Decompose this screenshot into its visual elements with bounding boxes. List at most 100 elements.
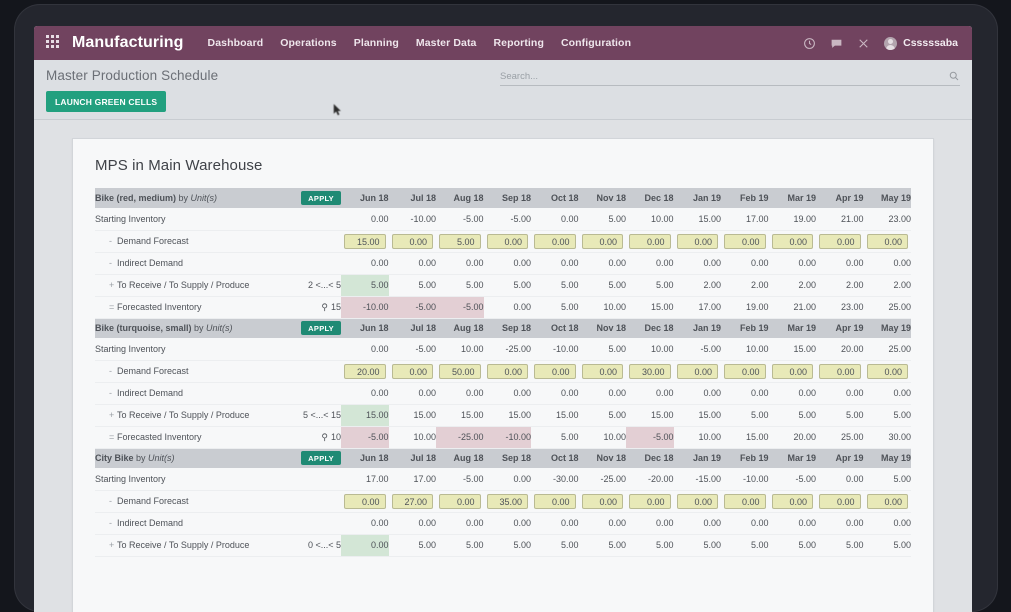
cell-receive-1: 15.00 (388, 404, 436, 427)
app-brand-title[interactable]: Manufacturing (72, 34, 184, 52)
menu-item-dashboard[interactable]: Dashboard (208, 37, 264, 49)
cell-demand-7[interactable]: 0.00 (673, 490, 721, 513)
launch-green-cells-button[interactable]: LAUNCH GREEN CELLS (46, 91, 167, 112)
menu-item-master-data[interactable]: Master Data (416, 37, 477, 49)
apply-button[interactable]: APPLY (301, 451, 341, 466)
row-demand: - Demand Forecast 15.00 0.00 5.00 0.00 0.00 0.0… (95, 230, 911, 253)
product-name[interactable]: Bike (red, medium) by Unit(s) (95, 188, 275, 208)
cell-demand-4[interactable]: 0.00 (531, 360, 579, 383)
row-range[interactable]: 5 <...< 15 (275, 404, 341, 427)
row-indirect: - Indirect Demand 0.00 0.00 0.00 0.00 0.00 0.00… (95, 382, 911, 405)
cell-demand-3[interactable]: 35.00 (483, 490, 531, 513)
month-header-0: Jun 18 (341, 448, 389, 468)
cell-starting-4: -30.00 (531, 468, 579, 491)
month-header-1: Jul 18 (388, 188, 436, 208)
cell-starting-0: 0.00 (341, 338, 389, 361)
month-header-5: Nov 18 (578, 188, 626, 208)
row-range[interactable]: 2 <...< 5 (275, 274, 341, 297)
product-name[interactable]: Bike (turquoise, small) by Unit(s) (95, 318, 275, 338)
search-input[interactable] (500, 70, 948, 82)
cell-demand-7[interactable]: 0.00 (673, 230, 721, 253)
apps-grid-icon[interactable] (46, 35, 62, 51)
row-range[interactable]: 0 <...< 5 (275, 534, 341, 557)
cell-demand-9[interactable]: 0.00 (768, 230, 816, 253)
cell-demand-2[interactable]: 0.00 (436, 490, 484, 513)
close-icon[interactable] (857, 37, 870, 50)
cell-demand-1[interactable]: 0.00 (388, 230, 436, 253)
cell-receive-6: 5.00 (626, 534, 674, 557)
month-header-4: Oct 18 (531, 188, 579, 208)
row-demand: - Demand Forecast 20.00 0.00 50.00 0.00 0.00 0.… (95, 360, 911, 383)
cell-demand-4[interactable]: 0.00 (531, 490, 579, 513)
product-name[interactable]: City Bike by Unit(s) (95, 448, 275, 468)
target-pin-icon: ⚲ (321, 301, 328, 312)
cell-starting-1: -5.00 (388, 338, 436, 361)
cell-demand-3[interactable]: 0.00 (483, 230, 531, 253)
cell-indirect-5: 0.00 (578, 382, 626, 405)
cell-demand-2[interactable]: 5.00 (436, 230, 484, 253)
cell-demand-5[interactable]: 0.00 (578, 230, 626, 253)
cell-indirect-8: 0.00 (721, 512, 769, 535)
cell-demand-0[interactable]: 15.00 (341, 230, 389, 253)
menu-item-planning[interactable]: Planning (354, 37, 399, 49)
cell-demand-10[interactable]: 0.00 (816, 490, 864, 513)
mps-table: Bike (red, medium) by Unit(s) APPLY Jun 18… (95, 188, 911, 557)
cell-demand-8[interactable]: 0.00 (721, 490, 769, 513)
cell-demand-0[interactable]: 0.00 (341, 490, 389, 513)
row-label: + To Receive / To Supply / Produce (95, 404, 275, 427)
cell-forecast-0: -5.00 (341, 426, 389, 449)
apply-cell: APPLY (275, 188, 341, 208)
cell-demand-7[interactable]: 0.00 (673, 360, 721, 383)
cell-demand-4[interactable]: 0.00 (531, 230, 579, 253)
apply-button[interactable]: APPLY (301, 321, 341, 336)
chat-icon[interactable] (830, 37, 843, 50)
clock-icon[interactable] (803, 37, 816, 50)
cell-demand-6[interactable]: 30.00 (626, 360, 674, 383)
cell-starting-3: 0.00 (483, 468, 531, 491)
search-icon[interactable] (948, 70, 960, 82)
cell-demand-11[interactable]: 0.00 (863, 360, 911, 383)
cell-receive-4: 5.00 (531, 274, 579, 297)
cell-demand-6[interactable]: 0.00 (626, 230, 674, 253)
month-header-7: Jan 19 (673, 188, 721, 208)
cell-demand-2[interactable]: 50.00 (436, 360, 484, 383)
cell-demand-1[interactable]: 27.00 (388, 490, 436, 513)
menu-item-configuration[interactable]: Configuration (561, 37, 631, 49)
navbar-right-tools: Csssssaba (803, 36, 962, 50)
cell-demand-9[interactable]: 0.00 (768, 490, 816, 513)
cell-demand-5[interactable]: 0.00 (578, 490, 626, 513)
cell-demand-8[interactable]: 0.00 (721, 230, 769, 253)
cell-demand-10[interactable]: 0.00 (816, 230, 864, 253)
row-range (275, 360, 341, 383)
target-pin-icon: ⚲ (321, 431, 328, 442)
user-menu[interactable]: Csssssaba (884, 36, 958, 50)
cell-demand-1[interactable]: 0.00 (388, 360, 436, 383)
cell-indirect-0: 0.00 (341, 512, 389, 535)
menu-item-operations[interactable]: Operations (280, 37, 336, 49)
month-header-8: Feb 19 (721, 448, 769, 468)
cell-demand-3[interactable]: 0.00 (483, 360, 531, 383)
cell-demand-9[interactable]: 0.00 (768, 360, 816, 383)
row-range[interactable]: ⚲ 10 (275, 426, 341, 449)
cell-demand-6[interactable]: 0.00 (626, 490, 674, 513)
row-range[interactable]: ⚲ 15 (275, 296, 341, 319)
menu-item-reporting[interactable]: Reporting (493, 37, 543, 49)
cell-indirect-3: 0.00 (483, 382, 531, 405)
cell-starting-1: -10.00 (388, 208, 436, 231)
sheet-area: MPS in Main Warehouse Bike (red, medium)… (34, 120, 972, 612)
cell-demand-8[interactable]: 0.00 (721, 360, 769, 383)
month-header-1: Jul 18 (388, 448, 436, 468)
cell-demand-11[interactable]: 0.00 (863, 230, 911, 253)
apply-button[interactable]: APPLY (301, 191, 341, 205)
cell-receive-5: 5.00 (578, 534, 626, 557)
cell-receive-1: 5.00 (388, 274, 436, 297)
cell-demand-10[interactable]: 0.00 (816, 360, 864, 383)
month-header-9: Mar 19 (768, 448, 816, 468)
cell-receive-5: 5.00 (578, 274, 626, 297)
month-header-3: Sep 18 (483, 448, 531, 468)
cell-demand-0[interactable]: 20.00 (341, 360, 389, 383)
month-header-10: Apr 19 (816, 188, 864, 208)
cell-demand-5[interactable]: 0.00 (578, 360, 626, 383)
cell-receive-11: 5.00 (863, 404, 911, 427)
cell-demand-11[interactable]: 0.00 (863, 490, 911, 513)
